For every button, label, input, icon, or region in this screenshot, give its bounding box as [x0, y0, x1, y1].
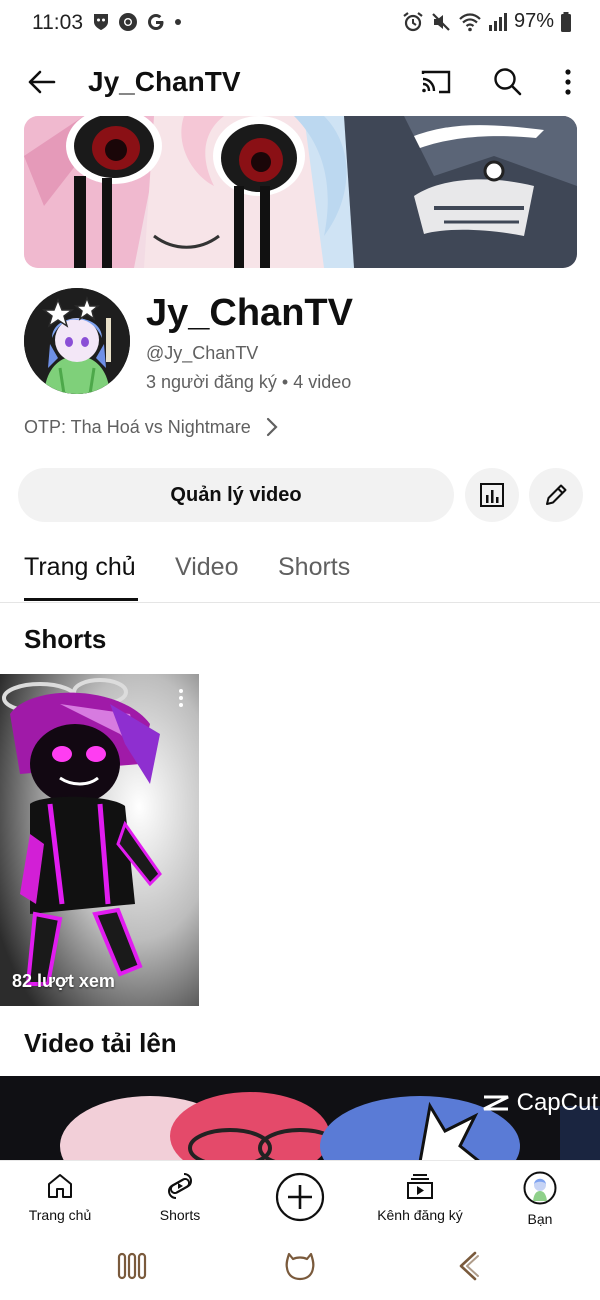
home-icon	[48, 1174, 72, 1198]
recent-apps-button[interactable]	[116, 1250, 148, 1282]
shield-notification-icon	[94, 14, 108, 30]
nav-item-you[interactable]: Bạn	[485, 1171, 595, 1227]
home-system-icon	[285, 1252, 315, 1281]
channel-tabs: Trang chủ Video Shorts	[0, 540, 600, 603]
back-system-button[interactable]	[454, 1250, 484, 1282]
channel-avatar[interactable]	[24, 288, 130, 394]
status-notification-icons	[92, 12, 182, 32]
status-system-icons: 97%	[402, 10, 572, 33]
analytics-button[interactable]	[465, 468, 519, 522]
tab-videos[interactable]: Video	[175, 553, 239, 582]
capcut-logo-icon	[482, 1095, 509, 1111]
active-tab-indicator	[24, 598, 138, 601]
channel-name: Jy_ChanTV	[146, 292, 353, 334]
bottom-navigation: Trang chủ Shorts Kênh đăng ký Bạn	[0, 1160, 600, 1232]
channel-banner[interactable]	[24, 116, 577, 268]
tab-shorts[interactable]: Shorts	[278, 553, 350, 582]
nav-label-home: Trang chủ	[28, 1207, 92, 1223]
channel-stats: 3 người đăng ký • 4 video	[146, 372, 352, 392]
back-button[interactable]	[24, 64, 60, 100]
arrow-back-icon	[28, 70, 56, 94]
alarm-icon	[403, 11, 423, 31]
status-time: 11:03	[32, 11, 83, 34]
edit-channel-button[interactable]	[529, 468, 583, 522]
chrome-notification-icon	[119, 13, 137, 31]
battery-percent: 97%	[513, 10, 554, 32]
more-vertical-icon	[565, 69, 571, 95]
google-notification-icon	[148, 14, 164, 30]
status-bar: 11:03 97%	[0, 0, 600, 46]
video-thumbnail[interactable]: CapCut	[0, 1076, 600, 1162]
recent-apps-icon	[117, 1252, 147, 1280]
shorts-section-title: Shorts	[24, 624, 107, 654]
mute-icon	[432, 12, 450, 31]
create-icon	[275, 1172, 325, 1222]
avatar-artwork	[24, 288, 130, 394]
capcut-watermark-text: CapCut	[516, 1089, 598, 1116]
tab-home[interactable]: Trang chủ	[24, 553, 136, 582]
nav-item-subscriptions[interactable]: Kênh đăng ký	[365, 1171, 475, 1223]
subscriptions-icon	[407, 1174, 433, 1199]
shorts-icon	[167, 1173, 193, 1199]
more-vertical-icon	[179, 689, 183, 707]
short-view-count: 82 lượt xem	[12, 971, 115, 991]
battery-icon	[561, 11, 571, 32]
nav-item-shorts[interactable]: Shorts	[125, 1171, 235, 1223]
avatar-icon	[523, 1171, 557, 1205]
capcut-watermark: CapCut	[481, 1089, 598, 1117]
channel-description[interactable]: OTP: Tha Hoá vs Nightmare	[24, 416, 279, 438]
more-options-button[interactable]	[554, 64, 582, 100]
uploads-section-title: Video tải lên	[24, 1028, 177, 1058]
short-thumbnail	[0, 674, 199, 1006]
cast-icon	[421, 70, 451, 94]
nav-label-you: Bạn	[527, 1211, 553, 1227]
manage-videos-button[interactable]: Quản lý video	[18, 468, 454, 522]
more-notifications-dot-icon	[175, 19, 181, 25]
nav-label-shorts: Shorts	[159, 1207, 201, 1223]
channel-handle: @Jy_ChanTV	[146, 343, 259, 363]
system-navigation-bar	[0, 1236, 600, 1300]
app-bar-title: Jy_ChanTV	[88, 66, 241, 97]
back-system-icon	[459, 1251, 479, 1281]
short-more-button[interactable]	[173, 686, 189, 710]
channel-description-text: OTP: Tha Hoá vs Nightmare	[24, 416, 251, 437]
nav-label-subscriptions: Kênh đăng ký	[377, 1207, 463, 1223]
chevron-right-icon	[266, 417, 278, 437]
signal-icon	[488, 12, 507, 31]
banner-artwork	[24, 116, 577, 268]
nav-item-home[interactable]: Trang chủ	[5, 1171, 115, 1223]
analytics-icon	[480, 483, 504, 507]
home-system-button[interactable]	[284, 1248, 316, 1282]
cast-button[interactable]	[418, 64, 454, 100]
wifi-icon	[459, 12, 481, 31]
app-bar: Jy_ChanTV	[0, 50, 600, 114]
search-icon	[494, 68, 522, 96]
short-card[interactable]: 82 lượt xem	[0, 674, 199, 1006]
pencil-icon	[546, 484, 567, 505]
search-button[interactable]	[490, 64, 526, 100]
nav-item-create[interactable]	[245, 1171, 355, 1223]
